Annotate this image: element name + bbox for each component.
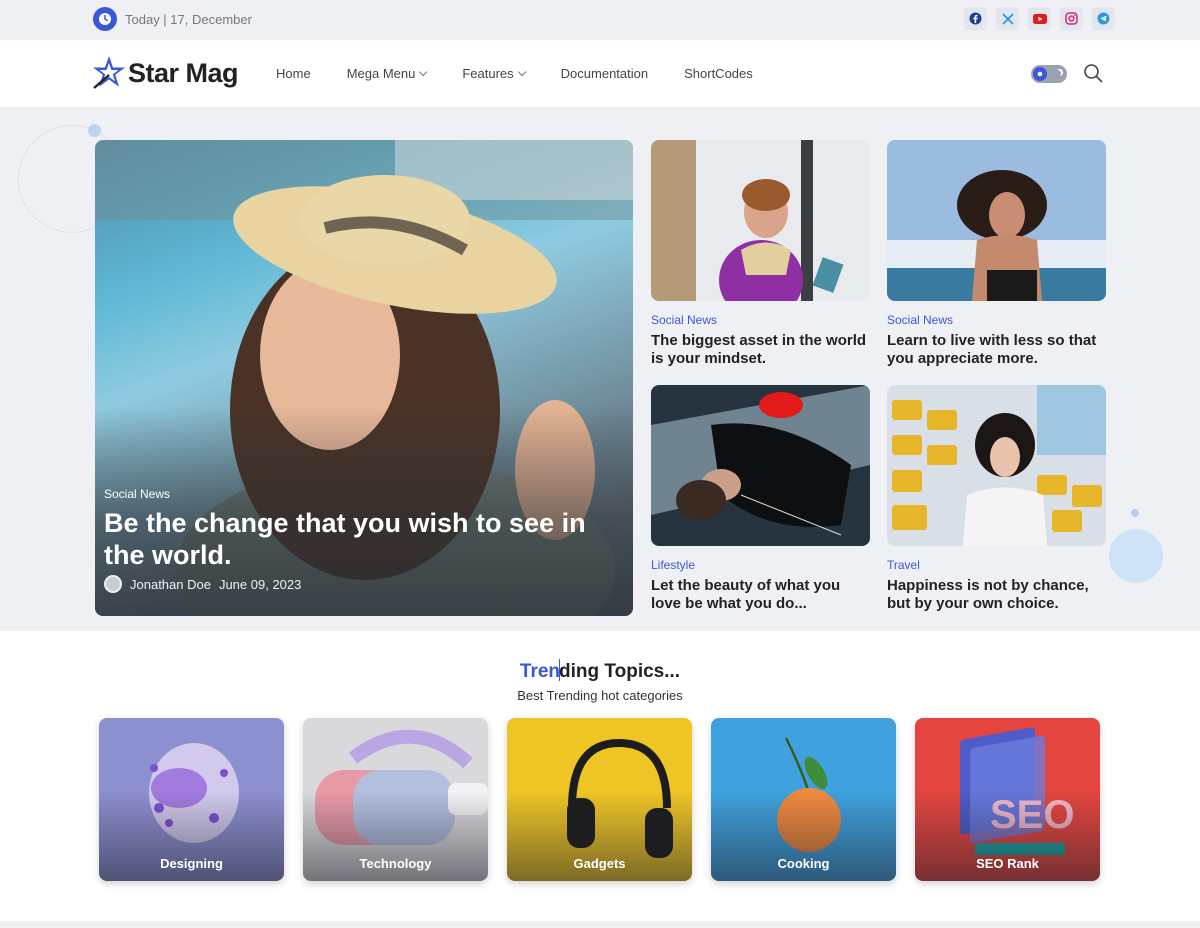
nav-features-label: Features: [462, 66, 514, 81]
post-card[interactable]: Lifestyle Let the beauty of what you lov…: [651, 385, 870, 613]
topic-label: Cooking: [777, 856, 830, 871]
post-image[interactable]: [651, 385, 870, 546]
topic-label: Designing: [160, 856, 223, 871]
topic-card-technology[interactable]: Technology: [303, 718, 488, 881]
today-date: Today | 17, December: [125, 12, 252, 27]
post-title[interactable]: The biggest asset in the world is your m…: [651, 332, 870, 368]
trending-title-rest: ing Topics...: [570, 661, 681, 682]
topic-card-cooking[interactable]: Cooking: [711, 718, 896, 881]
topic-card-designing[interactable]: Designing: [99, 718, 284, 881]
moon-icon: [1054, 70, 1061, 77]
star-logo-icon: [93, 56, 125, 89]
decorative-dot: [1131, 509, 1139, 517]
author-name[interactable]: Jonathan Doe: [130, 577, 211, 592]
featured-meta: Jonathan Doe June 09, 2023: [104, 575, 301, 593]
sun-icon: [1033, 67, 1047, 81]
topic-card-gadgets[interactable]: Gadgets: [507, 718, 692, 881]
logo-text: Star Mag: [128, 57, 239, 88]
decorative-dot: [88, 124, 101, 137]
telegram-icon[interactable]: [1092, 7, 1115, 30]
topic-label: Technology: [359, 856, 432, 871]
nav-documentation[interactable]: Documentation: [561, 66, 648, 81]
nav-shortcodes-label: ShortCodes: [684, 66, 753, 81]
topic-card-seo-rank[interactable]: SEO SEO Rank: [915, 718, 1100, 881]
nav-shortcodes[interactable]: ShortCodes: [684, 66, 753, 81]
post-category[interactable]: Social News: [887, 313, 1106, 327]
facebook-icon[interactable]: [964, 7, 987, 30]
avatar: [104, 575, 122, 593]
trending-title: Trending Topics...: [0, 659, 1200, 683]
topic-label: Gadgets: [573, 856, 626, 871]
topic-list: Designing Technology Gadgets Cooking SEO…: [99, 718, 1100, 881]
post-image[interactable]: [887, 385, 1106, 546]
post-title[interactable]: Learn to live with less so that you appr…: [887, 332, 1106, 368]
top-bar: Today | 17, December: [0, 0, 1200, 40]
chevron-down-icon: [517, 67, 526, 77]
featured-title[interactable]: Be the change that you wish to see in th…: [104, 507, 614, 571]
post-category[interactable]: Lifestyle: [651, 558, 870, 572]
post-card[interactable]: Social News The biggest asset in the wor…: [651, 140, 870, 368]
post-title[interactable]: Let the beauty of what you love be what …: [651, 577, 870, 613]
youtube-icon[interactable]: [1028, 7, 1051, 30]
site-header: Star Mag Home Mega Menu Features Documen…: [0, 40, 1200, 107]
clock-icon: [93, 7, 117, 31]
trending-title-highlight: Tren: [519, 661, 561, 682]
trending-section: Trending Topics... Best Trending hot cat…: [0, 631, 1200, 921]
post-category[interactable]: Social News: [651, 313, 870, 327]
instagram-icon[interactable]: [1060, 7, 1083, 30]
nav-features[interactable]: Features: [462, 66, 526, 81]
post-image[interactable]: [887, 140, 1106, 301]
featured-category[interactable]: Social News: [104, 487, 170, 501]
site-logo[interactable]: Star Mag: [92, 54, 239, 92]
nav-mega-menu[interactable]: Mega Menu: [346, 66, 428, 81]
main-nav: Home Mega Menu Features Documentation Sh…: [276, 66, 789, 81]
trending-title-d: d: [559, 661, 571, 682]
chevron-down-icon: [419, 67, 428, 77]
post-title[interactable]: Happiness is not by chance, but by your …: [887, 577, 1106, 613]
footer-divider: [0, 921, 1200, 928]
topic-label: SEO Rank: [976, 856, 1039, 871]
nav-documentation-label: Documentation: [560, 66, 649, 81]
nav-home-label: Home: [276, 66, 311, 81]
nav-mega-menu-label: Mega Menu: [346, 66, 416, 81]
x-icon[interactable]: [996, 7, 1019, 30]
post-image[interactable]: [651, 140, 870, 301]
post-category[interactable]: Travel: [887, 558, 1106, 572]
nav-home[interactable]: Home: [276, 66, 311, 81]
decorative-circle: [1109, 529, 1163, 583]
featured-post[interactable]: Social News Be the change that you wish …: [95, 140, 633, 616]
social-links: [964, 7, 1115, 30]
dark-mode-toggle[interactable]: [1031, 65, 1067, 83]
trending-subtitle: Best Trending hot categories: [517, 688, 683, 703]
search-icon[interactable]: [1083, 63, 1103, 88]
post-card[interactable]: Travel Happiness is not by chance, but b…: [887, 385, 1106, 613]
post-card[interactable]: Social News Learn to live with less so t…: [887, 140, 1106, 368]
post-date: June 09, 2023: [218, 576, 302, 592]
